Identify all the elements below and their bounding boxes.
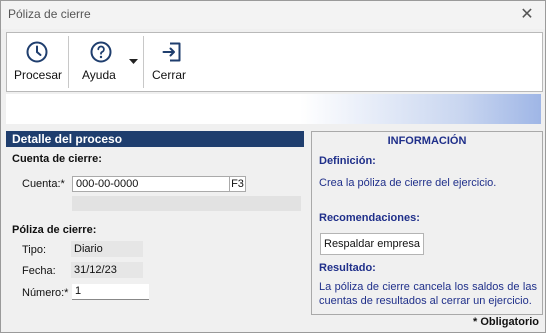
dropdown-arrow-icon[interactable] [129,59,138,65]
close-icon[interactable]: ✕ [517,5,537,25]
result-heading: Resultado: [319,262,376,274]
title-bar: Póliza de cierre ✕ [1,1,545,29]
closing-policy-section: Póliza de cierre: [12,224,97,236]
info-panel: INFORMACIÓN Definición: Crea la póliza d… [311,131,543,315]
dialog-window: Póliza de cierre ✕ Procesar Ayuda Cerrar… [0,0,546,333]
clock-icon [26,41,48,63]
account-input[interactable]: 000-00-0000 [72,176,230,192]
closing-account-section: Cuenta de cierre: [12,153,102,165]
result-text: La póliza de cierre cancela los saldos d… [319,281,537,307]
date-value: 31/12/23 [71,262,143,278]
window-title: Póliza de cierre [8,7,91,21]
info-title: INFORMACIÓN [387,135,467,147]
help-label: Ayuda [82,68,116,82]
required-note: * Obligatorio [473,316,539,328]
toolbar: Procesar Ayuda Cerrar [6,32,543,92]
type-value: Diario [71,241,143,257]
banner-gradient [6,94,541,124]
definition-text: Crea la póliza de cierre del ejercicio. [319,177,497,189]
exit-button[interactable]: Cerrar [144,33,194,91]
account-description [72,196,301,211]
process-button[interactable]: Procesar [7,33,67,91]
exit-label: Cerrar [152,68,187,82]
number-input[interactable]: 1 [72,284,149,300]
process-detail-header: Detalle del proceso [6,131,304,147]
backup-company-button[interactable]: Respaldar empresa [320,233,424,255]
help-icon [90,41,112,63]
account-label: Cuenta:* [22,178,65,190]
date-label: Fecha: [22,265,56,277]
number-label: Número:* [22,287,69,299]
exit-icon [162,42,181,62]
help-button[interactable]: Ayuda [69,33,143,91]
f3-lookup-button[interactable]: F3 [229,176,246,192]
definition-heading: Definición: [319,155,376,167]
type-label: Tipo: [22,244,47,256]
recommendations-heading: Recomendaciones: [319,212,420,224]
process-label: Procesar [14,68,63,82]
